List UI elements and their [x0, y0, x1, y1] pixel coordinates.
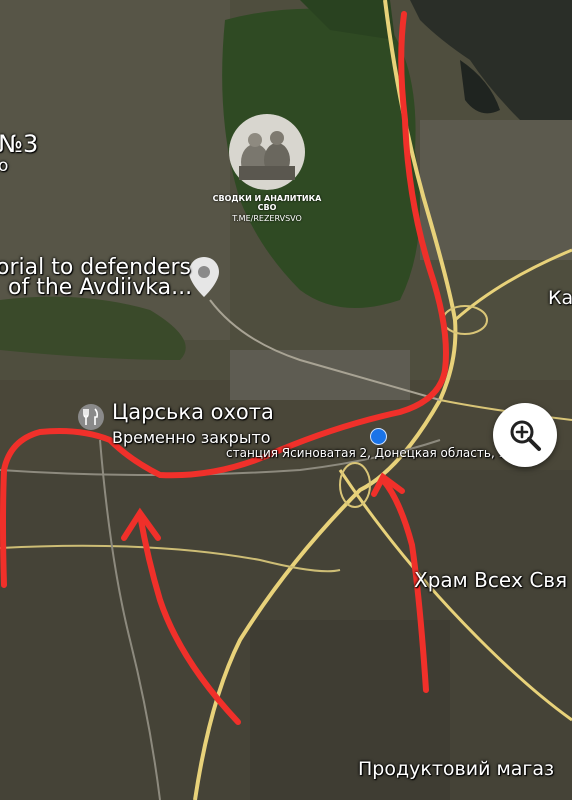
location-marker[interactable]	[370, 428, 387, 445]
watermark-subtitle: СВО	[257, 203, 277, 212]
restaurant-icon[interactable]	[76, 402, 106, 436]
poi-status-label: Временно закрыто	[112, 428, 271, 447]
district-sub-label: о	[0, 156, 9, 176]
address-label: станция Ясиноватая 2, Донецкая область, …	[226, 446, 521, 460]
watermark-title: СВОДКИ И АНАЛИТИКА	[212, 194, 322, 203]
district-label: №3	[0, 130, 39, 158]
zoom-in-button[interactable]	[493, 403, 557, 467]
channel-logo-icon	[225, 114, 309, 190]
channel-watermark: СВОДКИ И АНАЛИТИКА СВО T.ME/REZERVSVO	[212, 114, 322, 223]
satellite-map[interactable]: СВОДКИ И АНАЛИТИКА СВО T.ME/REZERVSVO №3…	[0, 0, 572, 800]
edge-place-label[interactable]: Ка	[548, 287, 572, 309]
shop-label[interactable]: Продуктовий магаз	[358, 758, 554, 780]
memorial-label-line2[interactable]: of the Avdiivka...	[8, 275, 192, 300]
temple-label[interactable]: Храм Всех Свя	[414, 568, 567, 592]
poi-name-label[interactable]: Царська охота	[112, 400, 274, 424]
zoom-in-icon	[510, 420, 541, 451]
watermark-link[interactable]: T.ME/REZERVSVO	[212, 214, 322, 223]
